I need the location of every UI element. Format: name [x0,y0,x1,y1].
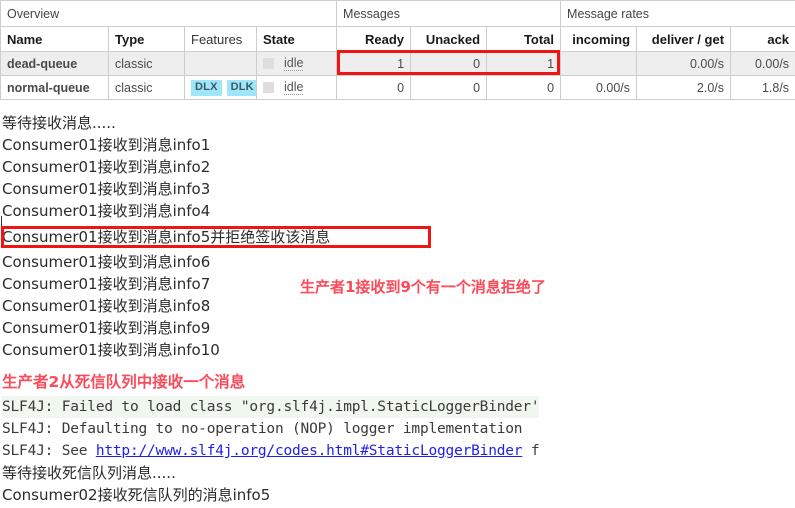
console-line: Consumer02接收死信队列的消息info5 [2,486,271,504]
queue-state: idle [255,51,338,76]
queue-total: 0 [486,75,562,100]
table-row[interactable]: dead-queue classic idle 1 0 1 0.00/s 0.0… [0,51,795,76]
state-label: idle [284,80,304,95]
queue-incoming: 0.00/s [560,75,638,100]
slf4j-see-prefix: SLF4J: See [2,443,96,459]
table-column-header-row: Name Type Features State Ready Unacked T… [0,26,795,52]
column-header-ready[interactable]: Ready [336,26,412,52]
feature-badge-dlk[interactable]: DLK [226,79,256,96]
console-line: Consumer01接收到消息info3 [2,180,211,198]
queue-type: classic [108,75,185,100]
queue-unacked: 0 [410,75,488,100]
queue-incoming [560,51,638,76]
table-row[interactable]: normal-queue classic DLX DLK idle 0 0 0 … [0,75,795,100]
screenshot-root: Overview Messages Message rates Name Typ… [0,0,795,508]
queue-features: DLX DLK [184,75,257,100]
console-line: Consumer01接收到消息info10 [2,341,220,359]
console-line-slf4j-2: SLF4J: Defaulting to no-operation (NOP) … [2,421,523,437]
console-line-slf4j-3: SLF4J: See http://www.slf4j.org/codes.ht… [2,440,540,462]
column-header-features[interactable]: Features [184,26,257,52]
column-header-ack[interactable]: ack [730,26,795,52]
console-line-slf4j-1: SLF4J: Failed to load class "org.slf4j.i… [2,396,540,418]
queue-name-dead-queue[interactable]: dead-queue [0,51,109,76]
queue-ready: 1 [336,51,412,76]
console-line: Consumer01接收到消息info8 [2,297,211,315]
queue-state: idle [255,75,338,100]
column-header-total[interactable]: Total [486,26,562,52]
console-output: 等待接收消息..... Consumer01接收到消息info1 Consume… [0,104,795,508]
group-header-message-rates: Message rates [560,0,795,27]
queue-total: 1 [486,51,562,76]
console-line: Consumer01接收到消息info9 [2,319,211,337]
queue-unacked: 0 [410,51,488,76]
state-square-icon [263,82,274,93]
queue-type: classic [108,51,185,76]
console-line-rejected: Consumer01接收到消息info5并拒绝签收该消息 [2,228,331,246]
state-square-icon [263,58,274,69]
annotation-consumer1: 生产者1接收到9个有一个消息拒绝了 [300,278,546,296]
queue-deliver-get: 2.0/s [636,75,732,100]
queue-name-normal-queue[interactable]: normal-queue [0,75,109,100]
console-line: Consumer01接收到消息info4 [2,202,211,220]
queue-deliver-get: 0.00/s [636,51,732,76]
column-header-state[interactable]: State [255,26,338,52]
queue-features [184,51,257,76]
queues-table: Overview Messages Message rates Name Typ… [0,0,795,100]
state-label: idle [284,56,304,71]
column-header-type[interactable]: Type [108,26,185,52]
column-header-deliver-get[interactable]: deliver / get [636,26,732,52]
slf4j-codes-link[interactable]: http://www.slf4j.org/codes.html#StaticLo… [96,443,523,459]
console-line: Consumer01接收到消息info2 [2,158,211,176]
table-group-header-row: Overview Messages Message rates [0,0,795,27]
group-header-overview: Overview [0,0,338,27]
console-line: Consumer01接收到消息info7 [2,275,211,293]
queue-ack: 1.8/s [730,75,795,100]
queue-ready: 0 [336,75,412,100]
queue-ack: 0.00/s [730,51,795,76]
feature-badge-dlx[interactable]: DLX [191,79,222,96]
group-header-messages: Messages [336,0,562,27]
column-header-unacked[interactable]: Unacked [410,26,488,52]
console-line: Consumer01接收到消息info6 [2,253,211,271]
annotation-producer2-header: 生产者2从死信队列中接收一个消息 [2,373,246,391]
console-line: 等待接收消息..... [2,114,116,132]
column-header-name[interactable]: Name [0,26,109,52]
console-line: 等待接收死信队列消息..... [2,464,176,482]
console-line: Consumer01接收到消息info1 [2,136,211,154]
slf4j-see-suffix: f [522,443,540,459]
column-header-incoming[interactable]: incoming [560,26,638,52]
